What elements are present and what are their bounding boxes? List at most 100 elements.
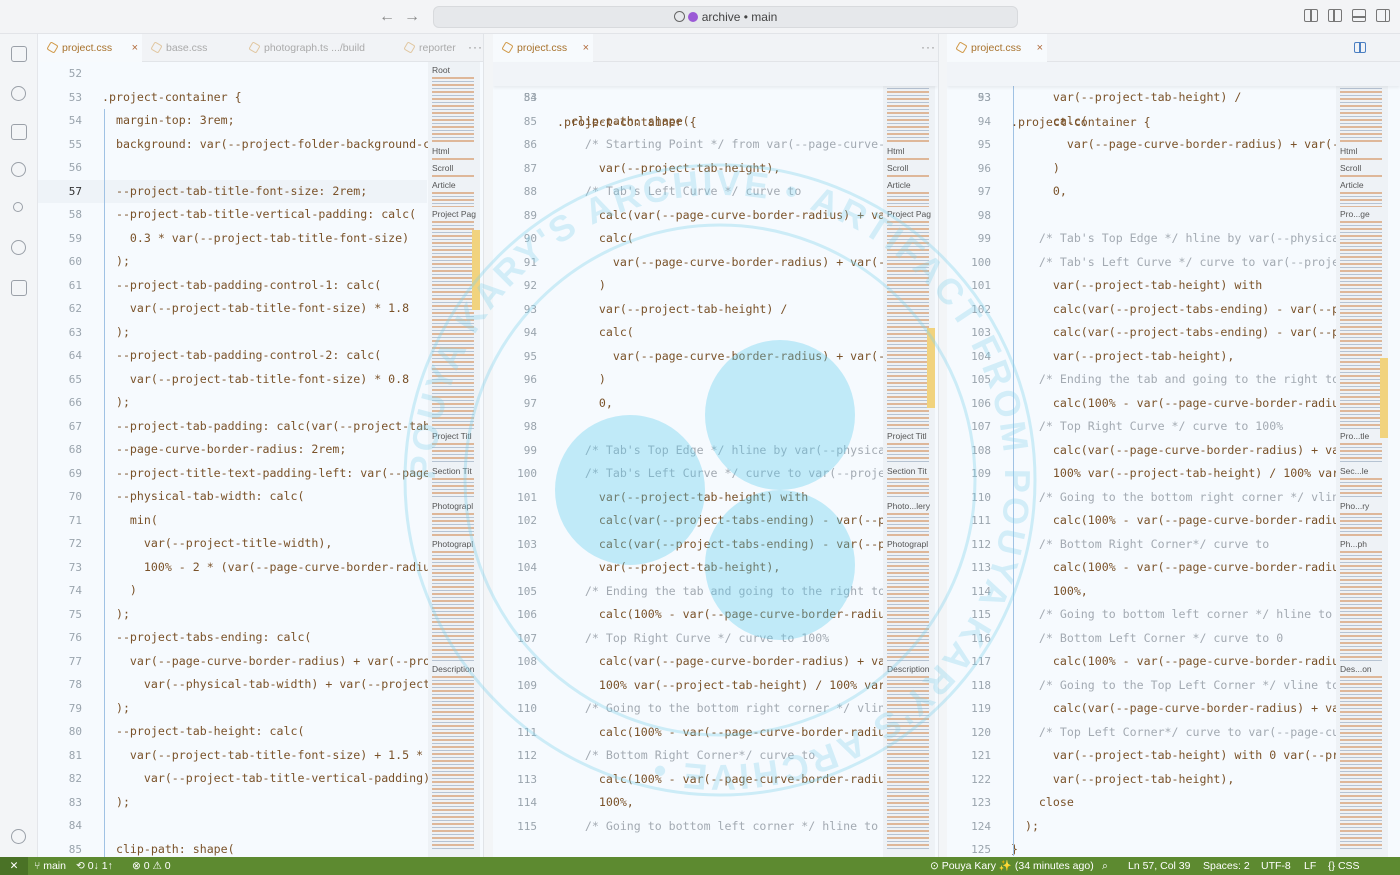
code-line[interactable]: 121 var(--project-tab-height) with 0 var… [947,744,1339,768]
code-line[interactable]: 90 calc( [493,227,882,251]
code-line[interactable]: 88 /* Tab's Left Curve */ curve to [493,180,882,204]
code-editor[interactable]: 52 53 .project-container {54 margin-top: 3… [38,62,437,858]
minimap[interactable]: RootHtmlScrollArticleProject PagProject … [883,62,935,857]
explorer-icon[interactable] [11,46,27,62]
code-line[interactable]: 110 /* Going to the bottom right corner … [947,486,1339,510]
toggle-primary-sidebar-icon[interactable] [1328,9,1342,22]
code-line[interactable]: 63 ); [38,321,427,345]
toggle-secondary-sidebar-icon[interactable] [1376,9,1390,22]
more-actions-icon[interactable]: ··· [921,40,936,54]
code-line[interactable]: 103 calc(var(--project-tabs-ending) - va… [493,533,892,557]
code-line[interactable]: 95 var(--page-curve-border-radius) + var… [493,345,892,369]
end-of-line[interactable]: LF [1304,857,1316,875]
minimap-scroll-marker[interactable] [927,328,935,408]
code-line[interactable]: 75 ); [38,603,427,627]
code-line[interactable]: 104 var(--project-tab-height), [947,345,1338,369]
code-line[interactable]: 93 var(--project-tab-height) / [493,298,882,322]
code-line[interactable]: 60 ); [38,250,427,274]
source-control-icon[interactable] [13,202,23,212]
code-line[interactable]: 61 --project-tab-padding-control-1: calc… [38,274,427,298]
code-line[interactable]: 52 [38,62,427,86]
code-line[interactable]: 112 /* Bottom Right Corner*/ curve to [493,744,882,768]
language-mode[interactable]: {} CSS [1328,857,1360,875]
code-line[interactable]: 109 100% var(--project-tab-height) / 100… [493,674,892,698]
toggle-panel-icon[interactable] [1352,9,1366,22]
copilot-icon[interactable] [11,86,26,101]
code-line[interactable]: 91 var(--page-curve-border-radius) + var… [493,251,892,275]
code-line[interactable]: 89 calc(var(--page-curve-border-radius) … [493,204,892,228]
code-line[interactable]: 103 calc(var(--project-tabs-ending) - va… [947,321,1339,345]
code-line[interactable]: 71 min( [38,509,427,533]
code-line[interactable]: 66 ); [38,391,427,415]
code-line[interactable]: 102 calc(var(--project-tabs-ending) - va… [947,298,1339,322]
code-line[interactable]: 83 ); [38,791,427,815]
tab-project-css[interactable]: project.css × [947,34,1047,62]
sticky-scroll[interactable]: 53 .project-container { [493,62,938,129]
code-line[interactable]: 107 /* Top Right Curve */ curve to 100% [493,627,882,651]
code-line[interactable]: 96 ) [947,157,1338,181]
code-line[interactable]: 99 /* Tab's Top Edge */ hline by var(--p… [947,227,1339,251]
zoom-search-icon[interactable]: ⌕ [1102,857,1108,875]
code-line[interactable]: 115 /* Going to bottom left corner */ hl… [947,603,1338,627]
code-line[interactable]: 102 calc(var(--project-tabs-ending) - va… [493,509,892,533]
code-line[interactable]: 106 calc(100% - var(--page-curve-border-… [493,603,892,627]
code-line[interactable]: 111 calc(100% - var(--page-curve-border-… [947,509,1339,533]
code-line[interactable]: 87 var(--project-tab-height), [493,157,882,181]
code-line[interactable]: 105 /* Ending the tab and going to the r… [947,368,1346,392]
code-line[interactable]: 78 var(--physical-tab-width) + var(--pro… [38,673,437,697]
code-line[interactable]: 114 100%, [947,580,1338,604]
code-line[interactable]: 99 /* Tab's Top Edge */ hline by var(--p… [493,439,892,463]
code-line[interactable]: 77 var(--page-curve-border-radius) + var… [38,650,430,674]
code-line[interactable]: 53 .project-container { [38,86,427,110]
indentation[interactable]: Spaces: 2 [1203,857,1250,875]
run-debug-icon[interactable] [11,240,26,255]
code-line[interactable]: 108 calc(var(--page-curve-border-radius)… [493,650,892,674]
code-line[interactable]: 108 calc(var(--page-curve-border-radius)… [947,439,1339,463]
more-actions-icon[interactable]: ··· [468,40,483,54]
code-line[interactable]: 65 var(--project-tab-title-font-size) * … [38,368,427,392]
minimap-scroll-marker[interactable] [1380,358,1388,438]
code-line[interactable]: 112 /* Bottom Right Corner*/ curve to [947,533,1338,557]
code-line[interactable]: 118 /* Going to the Top Left Corner */ v… [947,674,1339,698]
layout-icon[interactable] [11,124,27,140]
code-line[interactable]: 74 ) [38,579,427,603]
code-editor[interactable]: 84 85 clip-path: shape(86 /* Starting Poi… [493,86,892,857]
code-line[interactable]: 56 [38,156,427,180]
code-line[interactable]: 69 --project-title-text-padding-left: va… [38,462,430,486]
minimap[interactable]: RootHtmlScrollArticlePro...gePro...tleSe… [1336,62,1388,857]
code-line[interactable]: 95 var(--page-curve-border-radius) + var… [947,133,1346,157]
code-line[interactable]: 70 --physical-tab-width: calc( [38,485,427,509]
cursor-position[interactable]: Ln 57, Col 39 [1128,857,1190,875]
code-line[interactable]: 111 calc(100% - var(--page-curve-border-… [493,721,892,745]
code-line[interactable]: 119 calc(var(--page-curve-border-radius)… [947,697,1339,721]
code-line[interactable]: 58 --project-tab-title-vertical-padding:… [38,203,427,227]
remote-indicator[interactable]: ✕ [0,857,28,875]
code-line[interactable]: 101 var(--project-tab-height) with [947,274,1338,298]
settings-gear-icon[interactable] [11,829,26,844]
forward-arrow-icon[interactable]: → [404,8,420,26]
code-line[interactable]: 79 ); [38,697,427,721]
close-icon[interactable]: × [1037,34,1043,62]
code-line[interactable]: 85 clip-path: shape( [38,838,427,858]
code-line[interactable]: 68 --page-curve-border-radius: 2rem; [38,438,427,462]
tab-photograph-ts[interactable]: photograph.ts .../build [240,34,395,62]
encoding[interactable]: UTF-8 [1261,857,1291,875]
code-line[interactable]: 76 --project-tabs-ending: calc( [38,626,427,650]
code-line[interactable]: 107 /* Top Right Curve */ curve to 100% [947,415,1338,439]
code-line[interactable]: 55 background: var(--project-folder-back… [38,133,430,157]
code-line[interactable]: 115 /* Going to bottom left corner */ hl… [493,815,892,839]
code-line[interactable]: 113 calc(100% - var(--page-curve-border-… [947,556,1339,580]
code-line[interactable]: 54 margin-top: 3rem; [38,109,427,133]
problems-indicator[interactable]: ⊗ 0 ⚠ 0 [132,857,171,875]
tab-reporter[interactable]: reporter [395,34,463,62]
command-center[interactable]: archive • main [433,6,1018,28]
code-line[interactable]: 84 [38,814,427,838]
code-line[interactable]: 86 /* Starting Point */ from var(--page-… [493,133,892,157]
code-line[interactable]: 120 /* Top Left Corner*/ curve to var(--… [947,721,1339,745]
code-line[interactable]: 97 0, [947,180,1338,204]
code-line[interactable]: 62 var(--project-tab-title-font-size) * … [38,297,427,321]
code-line[interactable]: 67 --project-tab-padding: calc(var(--pro… [38,415,430,439]
git-blame[interactable]: ⊙ Pouya Kary ✨ (34 minutes ago) [930,857,1094,875]
code-line[interactable]: 116 /* Bottom Left Corner */ curve to 0 [947,627,1338,651]
code-line[interactable]: 80 --project-tab-height: calc( [38,720,427,744]
